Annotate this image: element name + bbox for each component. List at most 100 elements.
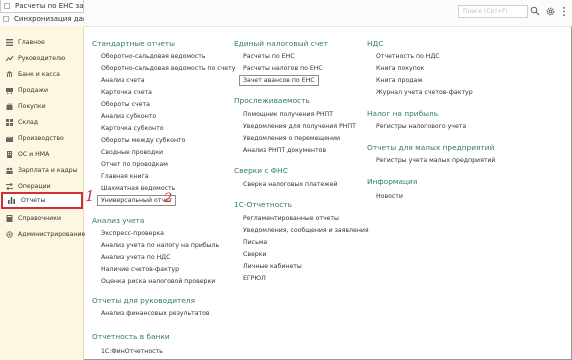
report-link[interactable]: Уведомления, сообщения и заявления [243,227,369,234]
building-icon [7,151,12,158]
bag-icon [6,103,13,110]
search-icon[interactable] [530,6,540,16]
report-link[interactable]: ЕГРЮЛ [243,275,266,282]
sidebar-item-warehouse[interactable]: Склад [0,114,84,131]
sidebar-item-label: Отчеты [21,197,46,204]
report-link[interactable]: Регистры учета малых предприятий [376,157,495,164]
sidebar-item-sales[interactable]: Продажи [0,82,84,99]
tab-sync[interactable]: Синхронизация данн [0,13,84,25]
sidebar-item-label: Руководителю [18,55,66,62]
section-title-ens: Единый налоговый счет [234,39,329,48]
cart-icon [6,88,13,94]
sidebar-item-reports[interactable]: Отчеты [1,192,83,209]
report-link[interactable]: Анализ учета по налогу на прибыль [101,242,219,249]
bank-icon [6,71,13,77]
report-link[interactable]: Регистры налогового учета [376,123,466,130]
top-bar: Расчеты по ЕНС за 01 Синхронизация данн … [0,0,572,27]
tab-label: Синхронизация данн [14,15,84,23]
report-link[interactable]: Книга покупок [376,65,424,72]
bar-chart-icon [8,197,15,204]
sidebar-item-main[interactable]: Главное [0,34,84,51]
annotation-marker-2: 2 [164,191,173,206]
section-title-profit-tax: Налог на прибыль [367,109,439,118]
report-link[interactable]: Помощник получения РНПТ [243,111,333,118]
section-title-information: Информация [367,177,418,186]
report-link[interactable]: Наличие счетов-фактур [101,266,179,273]
sections-sidebar: Главное Руководителю Банк и касса Продаж… [0,26,85,360]
sidebar-item-label: Банк и касса [18,71,60,78]
report-link[interactable]: Анализ финансовых результатов [101,310,210,317]
report-link[interactable]: Уведомления для получения РНПТ [243,123,356,130]
report-link[interactable]: Регламентированные отчеты [243,215,339,222]
trend-icon [6,55,13,62]
section-title-1c-reporting: 1С-Отчетность [234,200,292,209]
sidebar-item-assets[interactable]: ОС и НМА [0,146,84,163]
report-link[interactable]: Обороты счета [101,101,150,108]
sidebar-item-production[interactable]: Производство [0,130,84,147]
section-title-fns: Сверки с ФНС [234,166,288,175]
document-icon [4,3,10,9]
report-link[interactable]: Оборотно-сальдовая ведомость [101,53,205,60]
sidebar-item-directories[interactable]: Справочники [0,210,84,227]
book-icon [6,215,13,222]
report-link[interactable]: Личные кабинеты [243,263,302,270]
report-link[interactable]: Отчетность по НДС [376,53,440,60]
report-link[interactable]: Экспресс-проверка [101,230,164,237]
section-title-traceability: Прослеживаемость [234,96,310,105]
sidebar-item-label: Покупки [18,103,46,110]
report-link[interactable]: 1С:ФинОтчетность [101,348,163,355]
reports-panel: Стандартные отчеты Оборотно-сальдовая ве… [84,26,572,360]
kebab-menu-icon[interactable] [560,6,568,17]
report-link[interactable]: Карточка субконто [101,125,164,132]
report-link[interactable]: Сверка налоговых платежей [243,181,338,188]
report-link[interactable]: Оценка риска налоговой проверки [101,278,215,285]
section-title-standard-reports: Стандартные отчеты [92,39,175,48]
open-tabs: Расчеты по ЕНС за 01 Синхронизация данн [0,0,84,25]
sidebar-item-label: Продажи [18,87,49,94]
report-link[interactable]: Новости [376,193,403,200]
report-link[interactable]: Оборотно-сальдовая ведомость по счету [101,65,235,72]
sidebar-item-salary[interactable]: Зарплата и кадры [0,162,84,179]
section-title-managers: Отчеты для руководителя [92,296,196,305]
section-title-bank-reporting: Отчетность в банки [92,332,170,341]
report-link[interactable]: Журнал учета счетов-фактур [376,89,473,96]
gear-icon [6,231,13,238]
sidebar-item-label: Склад [18,119,39,126]
sidebar-item-label: Операции [18,183,51,190]
sidebar-item-label: Справочники [18,215,61,222]
report-link[interactable]: Сводные проводки [101,149,163,156]
sidebar-item-purchases[interactable]: Покупки [0,98,84,115]
section-title-vat: НДС [367,39,384,48]
report-link[interactable]: Книга продаж [376,77,423,84]
report-link[interactable]: Сверки [243,251,266,258]
report-link[interactable]: Карточка счета [101,89,152,96]
report-link[interactable]: Анализ субконто [101,113,156,120]
report-link[interactable]: Обороты между субконто [101,137,185,144]
section-title-small-business: Отчеты для малых предприятий [367,143,495,152]
tab-ens-calculations[interactable]: Расчеты по ЕНС за 01 [0,0,84,13]
search-input[interactable]: Поиск (Ctrl+F) [458,5,528,18]
report-link[interactable]: Уведомления о перемещении [243,135,340,142]
sidebar-item-label: Зарплата и кадры [18,167,78,174]
factory-icon [6,136,13,142]
report-link[interactable]: Главная книга [101,173,149,180]
sidebar-item-label: Производство [18,135,64,142]
warehouse-icon [6,119,13,126]
sidebar-item-label: ОС и НМА [18,151,50,158]
tab-label: Расчеты по ЕНС за 01 [15,2,84,10]
report-link[interactable]: Анализ счета [101,77,145,84]
report-link[interactable]: Анализ РНПТ документов [243,147,326,154]
report-link[interactable]: Расчеты по ЕНС [243,53,295,60]
report-link[interactable]: Отчет по проводкам [101,161,168,168]
menu-lines-icon [6,39,13,46]
report-link[interactable]: Анализ учета по НДС [101,254,170,261]
report-link[interactable]: Расчеты налогов по ЕНС [243,65,323,72]
sidebar-item-manager[interactable]: Руководителю [0,50,84,67]
settings-gear-icon[interactable] [545,6,556,17]
sidebar-item-bank[interactable]: Банк и касса [0,66,84,83]
report-link[interactable]: Зачет авансов по ЕНС [239,75,319,86]
document-icon [3,16,9,22]
operations-icon [6,183,13,190]
report-link[interactable]: Письма [243,239,267,246]
sidebar-item-admin[interactable]: Администрирование [0,226,85,243]
